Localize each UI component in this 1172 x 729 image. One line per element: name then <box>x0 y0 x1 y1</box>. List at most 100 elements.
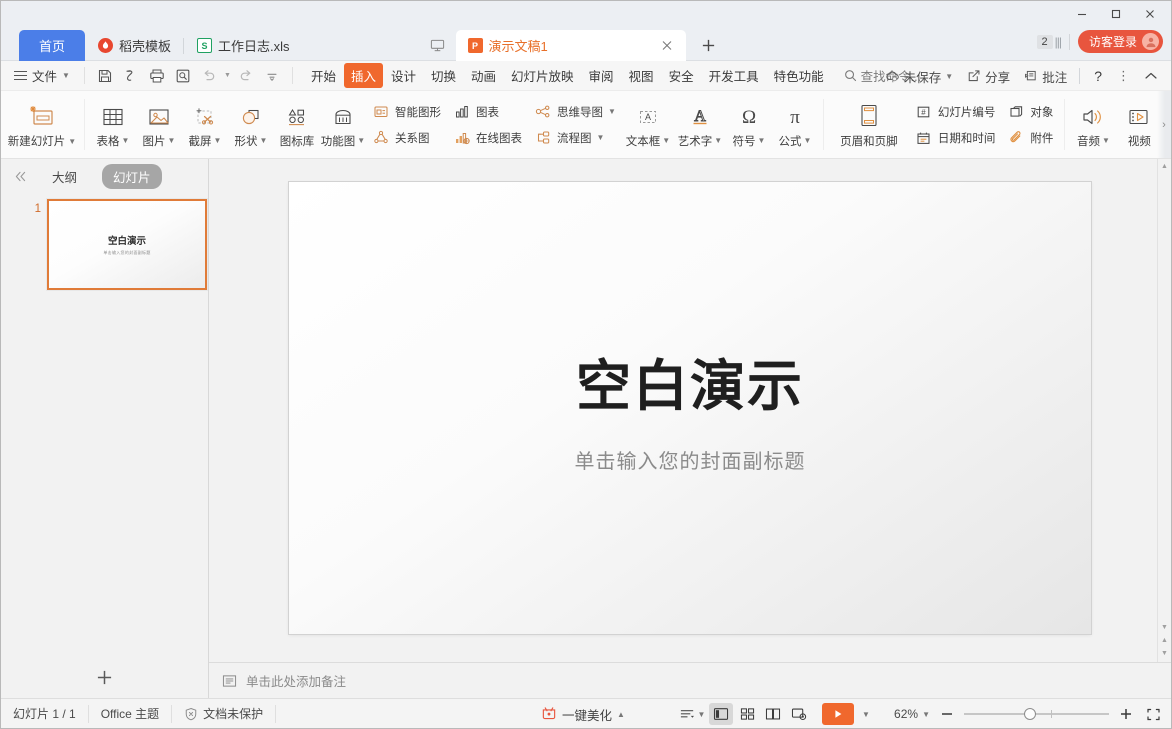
mind-map-button[interactable]: 思维导图 ▼ <box>528 99 622 125</box>
tab-outline[interactable]: 大纲 <box>41 164 88 189</box>
previous-slide-icon[interactable]: ▼ <box>1161 624 1168 631</box>
undo-icon[interactable] <box>196 64 222 88</box>
audio-button[interactable]: 音频▼ <box>1070 91 1116 158</box>
close-tab-icon[interactable] <box>659 37 676 54</box>
tab-presentation1[interactable]: P 演示文稿1 <box>456 30 686 61</box>
collapse-ribbon-button[interactable] <box>1137 68 1165 84</box>
zoom-slider-handle[interactable] <box>1024 708 1036 720</box>
slideshow-dropdown-icon[interactable]: ▼ <box>862 710 870 719</box>
export-pdf-icon[interactable] <box>118 64 144 88</box>
normal-view-button[interactable] <box>709 703 733 725</box>
slide-count-indicator[interactable]: 幻灯片 1 / 1 <box>1 705 89 723</box>
ribbon-tab-animation[interactable]: 动画 <box>464 63 503 88</box>
ribbon-tab-insert[interactable]: 插入 <box>344 63 383 88</box>
presenter-view-button[interactable] <box>787 703 811 725</box>
scroll-up-icon[interactable]: ▲ <box>1161 159 1168 174</box>
tab-worklog-xls[interactable]: S 工作日志.xls <box>184 30 420 61</box>
formula-button[interactable]: π 公式▼ <box>772 91 818 158</box>
cast-screen-icon[interactable] <box>420 30 456 61</box>
customize-quick-access-icon[interactable] <box>259 64 285 88</box>
one-click-beautify-button[interactable]: 一键美化 ▲ <box>541 705 625 724</box>
ribbon-scroll-right-button[interactable]: › <box>1157 91 1171 158</box>
slide-canvas[interactable]: 空白演示 单击输入您的封面副标题 ▲ ▼ ▲ ▼ <box>209 159 1171 662</box>
start-slideshow-button[interactable] <box>822 703 854 725</box>
vertical-scrollbar[interactable]: ▲ ▼ ▲ ▼ <box>1157 159 1171 662</box>
comment-button[interactable]: 批注 <box>1018 64 1073 89</box>
save-icon[interactable] <box>92 64 118 88</box>
zoom-out-button[interactable] <box>937 704 957 724</box>
slide-title-placeholder[interactable]: 空白演示 <box>576 341 804 421</box>
ribbon-tab-design[interactable]: 设计 <box>384 63 423 88</box>
date-time-button[interactable]: 日期和时间 <box>909 125 1002 151</box>
share-button[interactable]: 分享 <box>961 64 1016 89</box>
zoom-percent-label: 62% <box>894 707 918 721</box>
icon-library-button[interactable]: 图标库 <box>274 91 320 158</box>
unsaved-status-button[interactable]: 未保存 ▼ <box>879 64 959 89</box>
smart-art-button[interactable]: 智能图形 <box>366 99 447 125</box>
picture-button[interactable]: 图片▼ <box>136 91 182 158</box>
tab-slides[interactable]: 幻灯片 <box>102 164 162 189</box>
object-button[interactable]: 对象 <box>1001 99 1059 125</box>
ribbon-tab-slideshow[interactable]: 幻灯片放映 <box>504 63 581 88</box>
ribbon-tab-security[interactable]: 安全 <box>662 63 701 88</box>
current-slide[interactable]: 空白演示 单击输入您的封面副标题 <box>289 182 1091 634</box>
ribbon-tab-transition[interactable]: 切换 <box>424 63 463 88</box>
maximize-button[interactable] <box>1099 1 1133 27</box>
menu-row-right: 未保存 ▼ 分享 批注 ? ⋮ <box>879 61 1165 91</box>
print-preview-icon[interactable] <box>170 64 196 88</box>
view-options-button[interactable]: ▼ <box>677 703 707 725</box>
slide-thumbnail-1[interactable]: 空白演示 单击输入您的封面副标题 <box>47 199 207 290</box>
online-chart-button[interactable]: 在线图表 <box>447 125 528 151</box>
new-tab-button[interactable] <box>694 30 724 61</box>
zoom-slider[interactable] <box>964 713 1109 715</box>
ribbon-tab-view[interactable]: 视图 <box>622 63 661 88</box>
ribbon-tab-developer[interactable]: 开发工具 <box>702 63 766 88</box>
fit-to-window-button[interactable] <box>1143 704 1163 724</box>
redo-icon[interactable] <box>233 64 259 88</box>
help-button[interactable]: ? <box>1086 65 1110 87</box>
thumbnail-row[interactable]: 1 空白演示 单击输入您的封面副标题 <box>1 199 208 290</box>
relation-chart-button[interactable]: 关系图 <box>366 125 447 151</box>
zoom-in-button[interactable] <box>1116 704 1136 724</box>
attachment-button[interactable]: 附件 <box>1001 125 1059 151</box>
add-slide-button[interactable] <box>92 664 118 690</box>
more-options-button[interactable]: ⋮ <box>1112 65 1135 87</box>
screenshot-button[interactable]: 截屏▼ <box>182 91 228 158</box>
file-menu-button[interactable]: 文件 ▼ <box>10 64 77 87</box>
slide-number-button[interactable]: # 幻灯片编号 <box>909 99 1002 125</box>
close-button[interactable] <box>1133 1 1167 27</box>
table-button[interactable]: 表格▼ <box>90 91 136 158</box>
header-footer-button[interactable]: 页眉和页脚 <box>829 91 909 158</box>
collapse-panel-icon[interactable] <box>14 171 27 182</box>
notes-pane[interactable]: 单击此处添加备注 <box>209 662 1171 698</box>
undo-dropdown-icon[interactable]: ▼ <box>222 72 233 79</box>
slide-sorter-button[interactable] <box>735 703 759 725</box>
scroll-down-icon[interactable]: ▼ <box>1161 650 1168 657</box>
protection-indicator[interactable]: 文档未保护 <box>172 705 276 723</box>
ribbon-tab-features[interactable]: 特色功能 <box>767 63 831 88</box>
new-slide-button[interactable]: 新建幻灯片▼ <box>5 91 79 158</box>
ribbon-tab-review[interactable]: 审阅 <box>582 63 621 88</box>
video-button[interactable]: 视频 <box>1116 91 1162 158</box>
next-slide-icon[interactable]: ▲ <box>1161 637 1168 644</box>
function-chart-button[interactable]: 功能图▼ <box>320 91 366 158</box>
word-art-button[interactable]: A 艺术字▼ <box>674 91 726 158</box>
guest-login-button[interactable]: 访客登录 <box>1078 30 1163 53</box>
tab-template[interactable]: 稻壳模板 <box>85 30 184 61</box>
flow-chart-button[interactable]: 流程图 ▼ <box>528 125 622 151</box>
theme-indicator[interactable]: Office 主题 <box>89 705 172 723</box>
slide-subtitle-placeholder[interactable]: 单击输入您的封面副标题 <box>575 445 806 474</box>
shape-button[interactable]: 形状▼ <box>228 91 274 158</box>
chart-button[interactable]: 图表 <box>447 99 528 125</box>
scrollbar-track[interactable] <box>1158 174 1171 624</box>
tab-home[interactable]: 首页 <box>19 30 85 61</box>
symbol-button[interactable]: Ω 符号▼ <box>726 91 772 158</box>
ribbon-tab-start[interactable]: 开始 <box>304 63 343 88</box>
zoom-percent-button[interactable]: 62% ▼ <box>894 707 930 721</box>
chevron-down-icon: ▼ <box>357 136 365 145</box>
reading-view-button[interactable] <box>761 703 785 725</box>
print-icon[interactable] <box>144 64 170 88</box>
tab-count-indicator[interactable]: 2 ||| <box>1037 35 1061 49</box>
text-box-button[interactable]: A 文本框▼ <box>622 91 674 158</box>
minimize-button[interactable] <box>1065 1 1099 27</box>
